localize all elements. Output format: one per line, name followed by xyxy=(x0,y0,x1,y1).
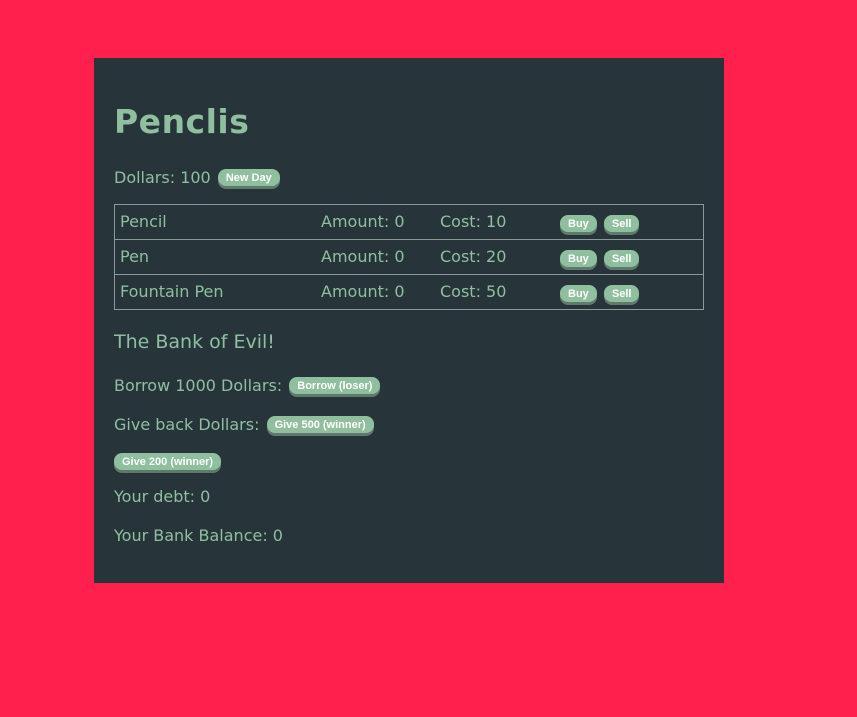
table-row: Fountain Pen Amount: 0 Cost: 50 Buy Sell xyxy=(114,274,704,310)
item-name: Pencil xyxy=(114,204,316,240)
sell-button[interactable]: Sell xyxy=(603,285,640,302)
item-amount: Amount: 0 xyxy=(316,239,435,275)
debt-text: Your debt: 0 xyxy=(114,487,211,506)
dollars-row: Dollars: 100 New Day xyxy=(114,167,280,189)
buy-button[interactable]: Buy xyxy=(560,215,597,232)
game-panel: Penclis Dollars: 100 New Day Pencil Amou… xyxy=(94,58,724,583)
item-name: Fountain Pen xyxy=(114,274,316,310)
sell-button[interactable]: Sell xyxy=(603,215,640,232)
sell-button[interactable]: Sell xyxy=(603,250,640,267)
item-cost: Cost: 20 xyxy=(435,239,555,275)
giveback-label: Give back Dollars: xyxy=(114,415,260,434)
item-cost: Cost: 10 xyxy=(435,204,555,240)
borrow-row: Borrow 1000 Dollars: Borrow (loser) xyxy=(114,375,381,397)
item-name: Pen xyxy=(114,239,316,275)
item-amount: Amount: 0 xyxy=(316,204,435,240)
give-200-row: Give 200 (winner) xyxy=(114,450,222,472)
give-500-button[interactable]: Give 500 (winner) xyxy=(266,416,374,433)
item-actions: Buy Sell xyxy=(555,204,704,240)
buy-button[interactable]: Buy xyxy=(560,250,597,267)
giveback-row: Give back Dollars: Give 500 (winner) xyxy=(114,414,374,436)
borrow-label: Borrow 1000 Dollars: xyxy=(114,376,283,395)
dollars-value: Dollars: 100 xyxy=(114,168,211,187)
items-table: Pencil Amount: 0 Cost: 10 Buy Sell Pen A… xyxy=(114,204,704,310)
item-cost: Cost: 50 xyxy=(435,274,555,310)
table-row: Pen Amount: 0 Cost: 20 Buy Sell xyxy=(114,239,704,275)
item-actions: Buy Sell xyxy=(555,239,704,275)
table-row: Pencil Amount: 0 Cost: 10 Buy Sell xyxy=(114,204,704,240)
buy-button[interactable]: Buy xyxy=(560,285,597,302)
new-day-button[interactable]: New Day xyxy=(217,169,280,186)
bank-title: The Bank of Evil! xyxy=(114,331,275,353)
borrow-button[interactable]: Borrow (loser) xyxy=(289,377,381,394)
bank-balance-text: Your Bank Balance: 0 xyxy=(114,526,283,545)
item-amount: Amount: 0 xyxy=(316,274,435,310)
item-actions: Buy Sell xyxy=(555,274,704,310)
page-title: Penclis xyxy=(114,102,250,141)
give-200-button[interactable]: Give 200 (winner) xyxy=(114,453,222,470)
